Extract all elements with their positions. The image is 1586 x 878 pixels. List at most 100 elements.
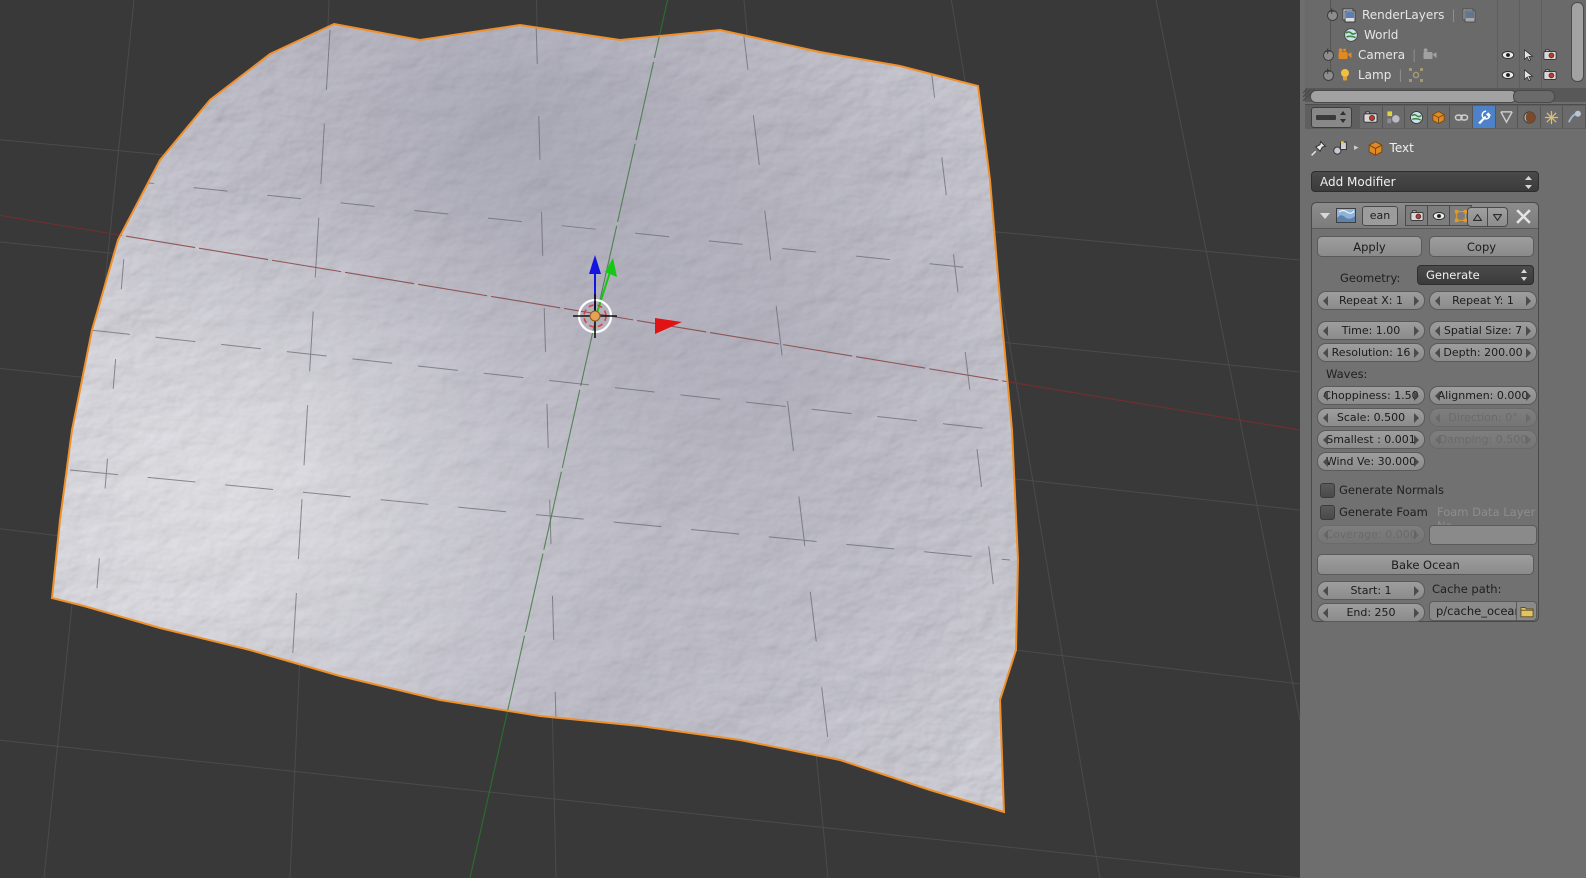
geometry-dropdown[interactable]: Generate — [1417, 265, 1534, 285]
repeat-y-field[interactable]: Repeat Y: 1 — [1429, 291, 1537, 310]
spatial-size-field[interactable]: Spatial Size: 7 — [1429, 321, 1537, 340]
scale-field[interactable]: Scale: 0.500 — [1317, 408, 1425, 427]
chevron-updown-icon — [1524, 175, 1533, 190]
modifier-panel-header[interactable]: ean — [1312, 203, 1538, 229]
coverage-label: Coverage: 0.000 — [1325, 528, 1417, 541]
cache-path-browse-button[interactable] — [1516, 601, 1537, 621]
tab-physics[interactable] — [1518, 106, 1541, 128]
x-close-icon[interactable] — [1515, 208, 1532, 225]
spatial-size-label: Spatial Size: 7 — [1443, 324, 1523, 337]
eye-icon[interactable] — [1497, 67, 1518, 83]
tab-modifiers[interactable] — [1473, 106, 1496, 128]
tab-material[interactable] — [1563, 106, 1586, 128]
coverage-field[interactable]: Coverage: 0.000 — [1317, 525, 1425, 544]
depth-field[interactable]: Depth: 200.00 — [1429, 343, 1537, 362]
time-label: Time: 1.00 — [1341, 324, 1401, 337]
bake-ocean-button[interactable]: Bake Ocean — [1317, 554, 1534, 575]
realtime-toggle[interactable] — [1427, 205, 1449, 226]
properties-tab-strip[interactable] — [1305, 104, 1586, 129]
tab-particles[interactable] — [1495, 106, 1519, 128]
tab-constraints[interactable] — [1450, 106, 1474, 128]
copy-button[interactable]: Copy — [1429, 236, 1534, 257]
mesh-data-icon — [1545, 110, 1559, 124]
outliner-vertical-scrollbar[interactable] — [1571, 2, 1584, 82]
breadcrumb: ▸ Text — [1305, 136, 1586, 160]
outliner-row-separator: | — [1412, 48, 1417, 62]
add-modifier-dropdown[interactable]: Add Modifier — [1311, 171, 1539, 192]
camera-data-icon[interactable] — [1422, 47, 1438, 63]
choppiness-label: Choppiness: 1.50 — [1323, 389, 1419, 402]
chevron-updown-icon[interactable] — [1339, 110, 1347, 124]
material-sphere-icon — [1567, 110, 1581, 123]
expand-icon[interactable] — [1327, 7, 1338, 21]
modifier-reorder-buttons[interactable] — [1467, 207, 1508, 227]
cursor-select-icon[interactable] — [1518, 67, 1539, 83]
generate-normals-label: Generate Normals — [1339, 483, 1444, 497]
time-field[interactable]: Time: 1.00 — [1317, 321, 1425, 340]
outliner-row-toggles[interactable] — [1497, 47, 1560, 63]
outliner-row-world[interactable]: World — [1305, 25, 1586, 45]
tab-scene[interactable] — [1382, 106, 1406, 128]
smallest-wave-label: Smallest : 0.001 — [1326, 433, 1416, 446]
render-camera-icon[interactable] — [1539, 47, 1560, 63]
chain-link-icon — [1454, 113, 1469, 121]
cache-path-input[interactable]: p/cache_ocean — [1429, 601, 1522, 621]
lamp-data-icon[interactable] — [1408, 67, 1424, 83]
repeat-x-field[interactable]: Repeat X: 1 — [1317, 291, 1425, 310]
scale-label: Scale: 0.500 — [1336, 411, 1406, 424]
render-camera-icon[interactable] — [1539, 67, 1560, 83]
outliner-scroll-track-right[interactable] — [1513, 90, 1555, 103]
outliner-row-renderlayers[interactable]: RenderLayers | — [1305, 5, 1586, 25]
tab-render[interactable] — [1360, 106, 1383, 128]
foam-layer-input[interactable] — [1429, 525, 1537, 545]
outliner[interactable]: RenderLayers | World — [1305, 0, 1586, 88]
render-toggle[interactable] — [1405, 205, 1427, 226]
modifier-name-field[interactable]: ean — [1362, 205, 1398, 226]
object-data-icon[interactable] — [1332, 140, 1349, 157]
outliner-row-toggles[interactable] — [1497, 67, 1560, 83]
choppiness-field[interactable]: Choppiness: 1.50 — [1317, 386, 1425, 405]
world-icon — [1409, 110, 1423, 124]
smallest-wave-field[interactable]: Smallest : 0.001 — [1317, 430, 1425, 449]
properties-editor-type-selector[interactable] — [1311, 106, 1353, 128]
resolution-field[interactable]: Resolution: 16 — [1317, 343, 1425, 362]
3d-viewport[interactable] — [0, 0, 1300, 878]
move-down-button[interactable] — [1488, 207, 1508, 227]
bake-end-field[interactable]: End: 250 — [1317, 603, 1425, 622]
eye-icon[interactable] — [1497, 47, 1518, 63]
modifier-display-toggles[interactable] — [1405, 205, 1472, 226]
alignment-field[interactable]: Alignmen: 0.000 — [1429, 386, 1537, 405]
outliner-row-camera[interactable]: Camera | — [1305, 45, 1586, 65]
renderlayer-data-icon[interactable] — [1461, 7, 1477, 23]
repeat-y-label: Repeat Y: 1 — [1452, 294, 1514, 307]
wind-velocity-field[interactable]: Wind Ve: 30.000 — [1317, 452, 1425, 471]
outliner-horizontal-scrollbar[interactable] — [1310, 90, 1517, 103]
pin-icon[interactable] — [1310, 140, 1327, 157]
outliner-row-lamp[interactable]: Lamp | — [1305, 65, 1586, 85]
direction-label: Direction: 0° — [1448, 411, 1518, 424]
triangle-down-icon[interactable] — [1320, 212, 1330, 219]
tab-world[interactable] — [1405, 106, 1428, 128]
outliner-scroll-area[interactable] — [1305, 88, 1586, 103]
apply-button[interactable]: Apply — [1317, 236, 1422, 257]
resolution-label: Resolution: 16 — [1331, 346, 1411, 359]
generate-normals-checkbox[interactable] — [1320, 483, 1335, 498]
tab-object-data[interactable] — [1540, 106, 1564, 128]
damping-field[interactable]: Damping: 0.500 — [1429, 430, 1537, 449]
direction-field[interactable]: Direction: 0° — [1429, 408, 1537, 427]
outliner-row-separator: | — [1398, 68, 1403, 82]
viewport-canvas — [0, 0, 1300, 878]
modifier-properties: Add Modifier ean Apply Copy Geometry: Ge… — [1305, 162, 1586, 878]
area-resize-grip[interactable] — [1303, 89, 1315, 101]
tab-object[interactable] — [1427, 106, 1451, 128]
generate-foam-checkbox[interactable] — [1320, 505, 1335, 520]
outliner-row-label: RenderLayers — [1362, 8, 1445, 22]
expand-icon[interactable] — [1323, 47, 1334, 61]
cursor-select-icon[interactable] — [1518, 47, 1539, 63]
bake-start-field[interactable]: Start: 1 — [1317, 581, 1425, 600]
expand-icon[interactable] — [1323, 67, 1334, 81]
breadcrumb-separator: ▸ — [1354, 143, 1359, 153]
world-icon — [1344, 28, 1358, 42]
move-up-button[interactable] — [1467, 207, 1488, 227]
outliner-row-label: Camera — [1358, 48, 1406, 62]
